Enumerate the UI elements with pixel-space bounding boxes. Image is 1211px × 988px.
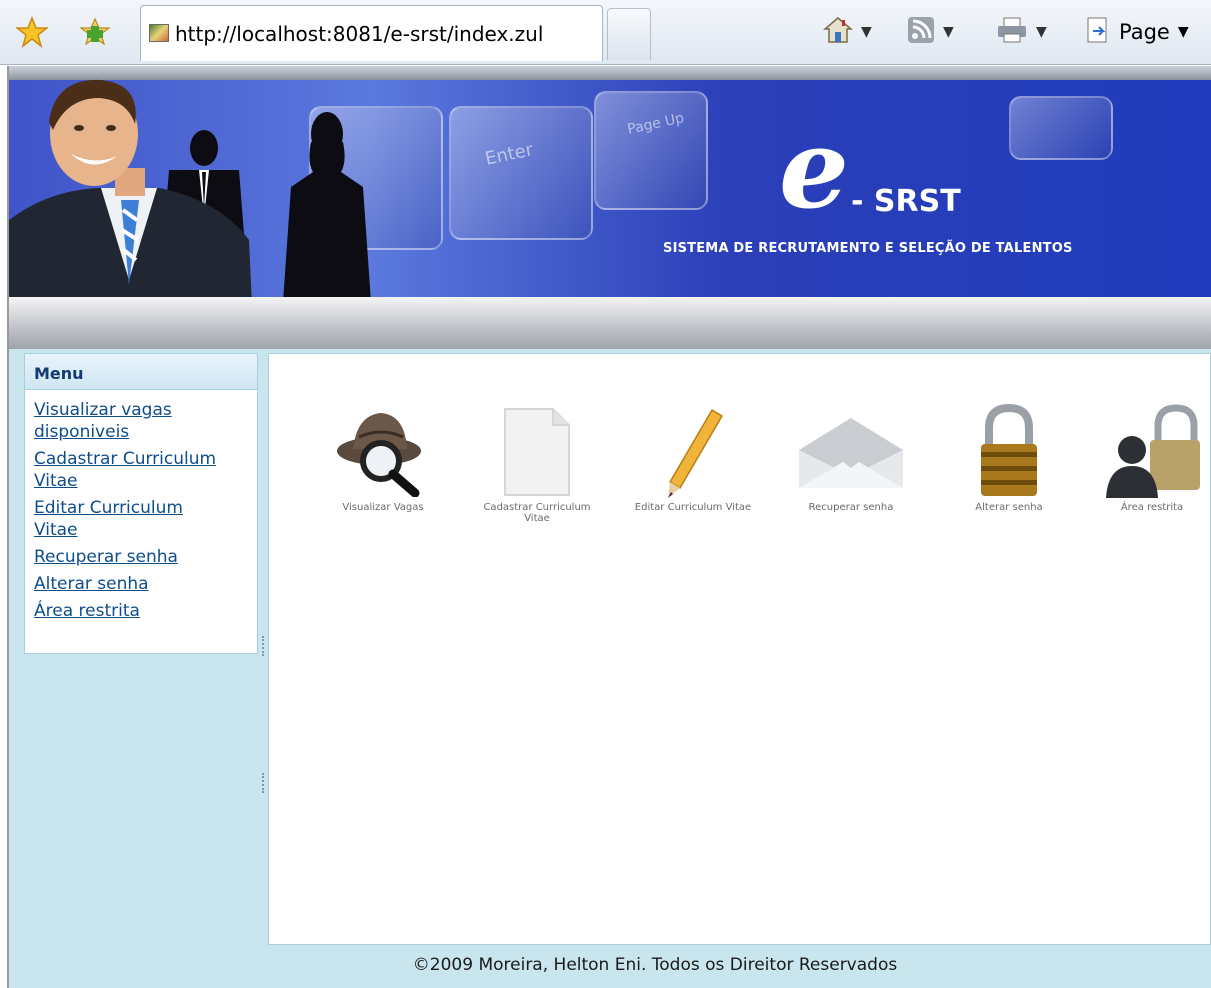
active-tab[interactable]: http://localhost:8081/e-srst/index.zul: [140, 5, 603, 61]
menu-link-editar-cv[interactable]: Editar Curriculum Vitae: [34, 497, 214, 541]
key-graphic: [1009, 96, 1113, 160]
shortcut-label: Recuperar senha: [808, 502, 894, 513]
menu-link-visualizar-vagas[interactable]: Visualizar vagas disponiveis: [34, 399, 234, 443]
enter-key-graphic: [449, 106, 593, 240]
main-panel: Visualizar Vagas Cadastrar Curriculum Vi…: [268, 353, 1211, 945]
padlock-icon: [947, 404, 1071, 500]
shortcut-label: Visualizar Vagas: [342, 502, 424, 513]
address-url[interactable]: http://localhost:8081/e-srst/index.zul: [175, 22, 543, 46]
site-tagline: SISTEMA DE RECRUTAMENTO E SELEÇÃO DE TAL…: [663, 241, 1073, 256]
pencil-icon: [631, 404, 755, 500]
menu-item: Editar Curriculum Vitae: [34, 497, 257, 541]
menu-link-recuperar-senha[interactable]: Recuperar senha: [34, 546, 178, 568]
shortcut-recuperar-senha[interactable]: Recuperar senha: [789, 404, 913, 513]
page-favicon-icon: [149, 24, 169, 42]
print-dropdown-icon[interactable]: ▼: [1036, 24, 1047, 40]
woman-silhouette-icon: [283, 112, 371, 302]
home-dropdown-icon[interactable]: ▼: [861, 24, 872, 40]
menu-link-cadastrar-cv[interactable]: Cadastrar Curriculum Vitae: [34, 448, 249, 492]
menu-item: Alterar senha: [34, 573, 257, 595]
page-footer: ©2009 Moreira, Helton Eni. Todos os Dire…: [412, 955, 898, 975]
shortcut-label: Cadastrar Curriculum Vitae: [483, 502, 591, 524]
site-banner: Enter Page Up e - SRST SISTEMA DE RECRUT…: [9, 66, 1211, 349]
feeds-dropdown-icon[interactable]: ▼: [943, 24, 954, 40]
banner-bottom-bar: [9, 297, 1211, 349]
page-icon: [1085, 16, 1111, 48]
splitter-handle[interactable]: [262, 636, 266, 656]
web-page: Enter Page Up e - SRST SISTEMA DE RECRUT…: [7, 66, 1211, 988]
shortcut-visualizar-vagas[interactable]: Visualizar Vagas: [321, 404, 445, 513]
logo-name: - SRST: [851, 184, 961, 219]
shortcut-label: Alterar senha: [975, 502, 1043, 513]
shortcut-area-restrita[interactable]: Área restrita: [1099, 404, 1205, 513]
add-favorite-icon[interactable]: [79, 16, 111, 48]
menu-list: Visualizar vagas disponiveis Cadastrar C…: [25, 390, 257, 622]
content-area: Menu Visualizar vagas disponiveis Cadast…: [9, 349, 1211, 988]
shortcut-label: Editar Curriculum Vitae: [634, 502, 752, 513]
feeds-button[interactable]: ▼: [907, 16, 954, 48]
menu-item: Recuperar senha: [34, 546, 257, 568]
shortcut-alterar-senha[interactable]: Alterar senha: [947, 404, 1071, 513]
rss-feed-icon: [907, 16, 935, 48]
logo-letter: e: [779, 104, 849, 233]
detective-hat-magnifier-icon: [321, 404, 445, 500]
menu-link-area-restrita[interactable]: Área restrita: [34, 600, 140, 622]
browser-toolbar: http://localhost:8081/e-srst/index.zul ▼…: [0, 0, 1211, 65]
page-menu-label: Page: [1119, 20, 1170, 44]
splitter-handle[interactable]: [262, 773, 266, 793]
shortcut-label: Área restrita: [1120, 502, 1184, 513]
shortcut-cadastrar-cv[interactable]: Cadastrar Curriculum Vitae: [475, 404, 599, 524]
print-button[interactable]: ▼: [996, 16, 1047, 48]
shortcut-editar-cv[interactable]: Editar Curriculum Vitae: [631, 404, 755, 513]
page-dropdown-icon: ▼: [1177, 24, 1189, 40]
menu-item: Área restrita: [34, 600, 257, 622]
printer-icon: [996, 16, 1028, 48]
menu-panel: Menu Visualizar vagas disponiveis Cadast…: [24, 353, 258, 654]
home-button[interactable]: ▼: [822, 16, 872, 48]
menu-title: Menu: [25, 354, 257, 390]
user-padlock-icon: [1099, 404, 1205, 500]
menu-item: Visualizar vagas disponiveis: [34, 399, 257, 443]
menu-link-alterar-senha[interactable]: Alterar senha: [34, 573, 149, 595]
pageup-key-graphic: [594, 91, 708, 210]
envelope-icon: [789, 404, 913, 500]
menu-item: Cadastrar Curriculum Vitae: [34, 448, 257, 492]
blank-document-icon: [475, 404, 599, 500]
favorites-star-icon[interactable]: [16, 16, 48, 48]
home-icon: [822, 16, 854, 48]
page-menu-button[interactable]: Page ▼: [1085, 16, 1189, 48]
new-tab-button[interactable]: [607, 8, 651, 60]
